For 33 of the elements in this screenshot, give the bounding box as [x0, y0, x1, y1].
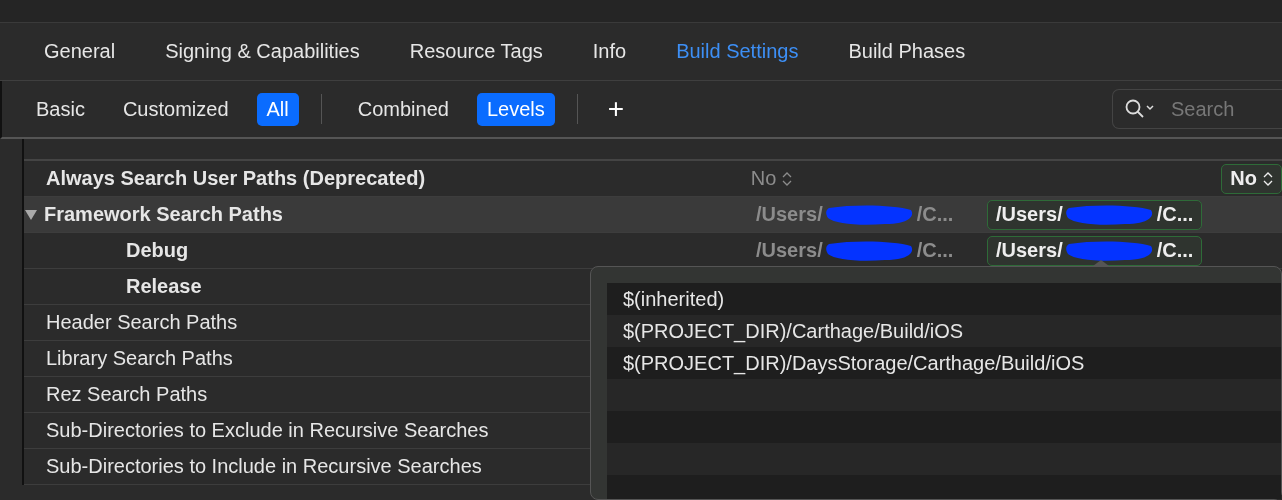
tab[interactable]: Build Settings	[654, 34, 821, 69]
setting-name: Debug	[126, 239, 189, 262]
setting-value[interactable]: No	[750, 163, 793, 194]
setting-name: Library Search Paths	[46, 347, 233, 370]
tab[interactable]: General	[22, 34, 138, 69]
tab[interactable]: Build Phases	[826, 34, 988, 69]
setting-value[interactable]: No	[1221, 163, 1282, 194]
setting-name: Framework Search Paths	[44, 203, 283, 226]
setting-name: Sub-Directories to Exclude in Recursive Searches	[46, 419, 489, 442]
expanded-triangle-icon[interactable]	[24, 207, 38, 222]
up-down-icon	[782, 170, 793, 187]
tab[interactable]: Resource Tags	[387, 34, 565, 69]
filter-button[interactable]: Combined	[347, 92, 459, 126]
path-entry[interactable]: $(PROJECT_DIR)/DaysStorage/Carthage/Build/iOS	[607, 347, 1281, 379]
path-entry[interactable]: $(PROJECT_DIR)/Carthage/Build/iOS	[607, 315, 1281, 347]
tab[interactable]: Signing & Capabilities	[143, 34, 382, 69]
path-value[interactable]: /Users/ /C...	[987, 235, 1203, 266]
filter-button[interactable]: Levels	[476, 92, 555, 126]
search-field[interactable]: Search	[1112, 89, 1282, 129]
path-value[interactable]: /Users/ /C...	[987, 199, 1203, 230]
filter-button[interactable]: Customized	[112, 92, 239, 126]
setting-name: Release	[126, 275, 202, 298]
path-entry[interactable]: $(inherited)	[607, 283, 1281, 315]
filter-button[interactable]: Basic	[26, 92, 95, 126]
setting-name: Header Search Paths	[46, 311, 238, 334]
path-value[interactable]: /Users/ /C...	[756, 235, 954, 266]
up-down-icon	[1263, 170, 1273, 187]
setting-name: Rez Search Paths	[46, 383, 208, 406]
tab[interactable]: Info	[570, 34, 649, 69]
setting-name: Always Search User Paths (Deprecated)	[46, 167, 426, 190]
add-button[interactable]: +	[603, 93, 629, 125]
filter-button[interactable]: All	[256, 92, 299, 126]
setting-name: Sub-Directories to Include in Recursive Searches	[46, 455, 482, 478]
